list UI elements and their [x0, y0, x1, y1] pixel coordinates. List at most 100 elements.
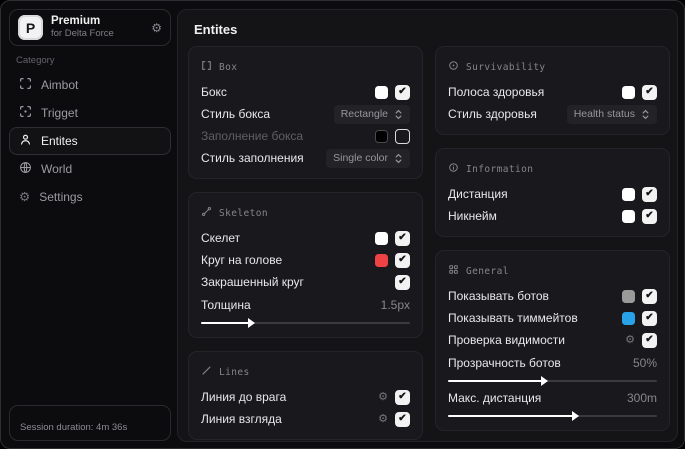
sidebar-item-label: World: [41, 162, 73, 176]
slider-value: 1.5px: [380, 298, 410, 312]
card-general: General Показывать ботов ✔ Показывать ти…: [435, 250, 670, 431]
main-panel: Entites Box Бокс ✔ Стиль бокса Rectangle…: [177, 9, 678, 442]
row-label: Полоса здоровья: [448, 85, 545, 99]
color-swatch[interactable]: [375, 253, 388, 267]
row-label: Дистанция: [448, 187, 508, 201]
checkbox[interactable]: ✔: [642, 208, 657, 224]
premium-header: P Premium for Delta Force ⚙: [9, 9, 171, 46]
sidebar-item-label: Trigget: [41, 106, 78, 120]
card-skeleton: Skeleton Скелет ✔ Круг на голове ✔ Закра…: [188, 192, 423, 338]
row-label: Заполнение бокса: [201, 129, 304, 143]
updown-arrows-icon: [395, 109, 402, 119]
bots-opacity-slider[interactable]: [448, 376, 657, 386]
sidebar-item-settings[interactable]: ⚙ Settings: [9, 183, 171, 211]
card-box: Box Бокс ✔ Стиль бокса Rectangle Заполне…: [188, 46, 423, 179]
sidebar-item-aimbot[interactable]: Aimbot: [9, 71, 171, 99]
slider-thumb[interactable]: [248, 318, 256, 328]
premium-text: Premium for Delta Force: [51, 15, 143, 39]
row-health-bar: Полоса здоровья ✔: [448, 81, 657, 103]
checkbox[interactable]: ✔: [642, 84, 657, 100]
row-label: Прозрачность ботов: [448, 356, 561, 370]
row-distance: Дистанция ✔: [448, 183, 657, 205]
health-style-select[interactable]: Health status: [566, 104, 657, 124]
sidebar: P Premium for Delta Force ⚙ Category Aim…: [1, 1, 177, 448]
session-duration-box: Session duration: 4m 36s: [9, 405, 171, 441]
select-value: Health status: [573, 108, 635, 120]
color-swatch[interactable]: [622, 209, 635, 223]
updown-arrows-icon: [395, 153, 402, 163]
premium-title: Premium: [51, 15, 101, 28]
row-label: Показывать ботов: [448, 289, 549, 303]
gear-icon[interactable]: ⚙: [378, 413, 388, 425]
box-brackets-icon: [201, 58, 212, 76]
row-thickness: Толщина 1.5px: [201, 293, 410, 328]
card-information-header: Information: [448, 160, 657, 178]
max-distance-slider[interactable]: [448, 411, 657, 421]
row-label: Скелет: [201, 231, 241, 245]
row-fill-style: Стиль заполнения Single color: [201, 147, 410, 169]
card-survivability-header: Survivability: [448, 58, 657, 76]
card-header-label: Lines: [219, 366, 250, 378]
sidebar-item-trigget[interactable]: Trigget: [9, 99, 171, 127]
row-show-bots: Показывать ботов ✔: [448, 285, 657, 307]
sidebar-item-entites[interactable]: Entites: [9, 127, 171, 155]
world-globe-icon: [19, 161, 32, 177]
card-skeleton-header: Skeleton: [201, 204, 410, 222]
checkbox[interactable]: ✔: [642, 186, 657, 202]
box-style-select[interactable]: Rectangle: [333, 104, 410, 124]
color-swatch[interactable]: [375, 231, 388, 245]
info-icon: [448, 160, 459, 178]
color-swatch[interactable]: [622, 289, 635, 303]
color-swatch[interactable]: [375, 85, 388, 99]
color-swatch[interactable]: [622, 187, 635, 201]
gear-icon[interactable]: ⚙: [151, 22, 162, 34]
card-lines: Lines Линия до врага ⚙ ✔ Линия взгляда ⚙: [188, 351, 423, 440]
row-view-line: Линия взгляда ⚙ ✔: [201, 408, 410, 430]
entities-person-icon: [19, 133, 32, 149]
checkbox[interactable]: [395, 128, 410, 144]
card-header-label: Information: [466, 163, 534, 175]
thickness-slider[interactable]: [201, 318, 410, 328]
row-label: Линия до врага: [201, 390, 287, 404]
row-bots-opacity: Прозрачность ботов 50%: [448, 351, 657, 386]
gear-icon[interactable]: ⚙: [625, 334, 635, 346]
row-max-distance: Макс. дистанция 300m: [448, 386, 657, 421]
select-value: Single color: [333, 152, 388, 164]
row-label: Никнейм: [448, 209, 497, 223]
row-label: Толщина: [201, 298, 251, 312]
row-visibility-check: Проверка видимости ⚙ ✔: [448, 329, 657, 351]
row-label: Бокс: [201, 85, 227, 99]
checkbox[interactable]: ✔: [395, 84, 410, 100]
settings-gear-icon: ⚙: [19, 189, 31, 204]
card-box-header: Box: [201, 58, 410, 76]
slider-value: 300m: [626, 391, 657, 405]
premium-subtitle: for Delta Force: [51, 27, 114, 39]
row-box-fill: Заполнение бокса: [201, 125, 410, 147]
gear-icon[interactable]: ⚙: [378, 391, 388, 403]
row-head-circle: Круг на голове ✔: [201, 249, 410, 271]
color-swatch[interactable]: [622, 85, 635, 99]
color-swatch[interactable]: [622, 311, 635, 325]
checkbox[interactable]: ✔: [642, 288, 657, 304]
slider-thumb[interactable]: [541, 376, 549, 386]
checkbox[interactable]: ✔: [395, 274, 410, 290]
checkbox[interactable]: ✔: [395, 411, 410, 427]
card-header-label: General: [466, 265, 509, 277]
slider-thumb[interactable]: [572, 411, 580, 421]
row-label: Показывать тиммейтов: [448, 311, 578, 325]
checkbox[interactable]: ✔: [642, 310, 657, 326]
select-value: Rectangle: [340, 108, 388, 120]
card-information: Information Дистанция ✔ Никнейм ✔: [435, 148, 670, 237]
checkbox[interactable]: ✔: [642, 332, 657, 348]
category-label: Category: [16, 55, 55, 66]
sidebar-item-world[interactable]: World: [9, 155, 171, 183]
slider-value: 50%: [632, 356, 657, 370]
cards-columns: Box Бокс ✔ Стиль бокса Rectangle Заполне…: [188, 46, 670, 440]
sidebar-item-label: Settings: [39, 190, 83, 204]
page-title: Entites: [194, 22, 238, 37]
color-swatch[interactable]: [375, 129, 388, 143]
checkbox[interactable]: ✔: [395, 389, 410, 405]
fill-style-select[interactable]: Single color: [326, 148, 410, 168]
checkbox[interactable]: ✔: [395, 252, 410, 268]
checkbox[interactable]: ✔: [395, 230, 410, 246]
